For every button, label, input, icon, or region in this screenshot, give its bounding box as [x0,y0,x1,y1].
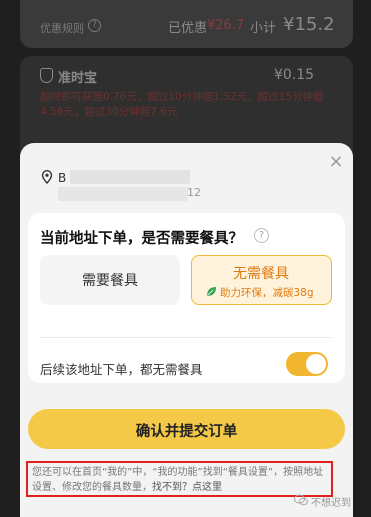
promo-help-icon: ? [88,19,101,32]
toggle-knob [306,354,326,374]
address-redacted-1 [70,170,190,184]
wechat-icon [294,494,308,506]
watermark-text: 不想迟到 [311,498,351,509]
address-line-1: B [58,171,67,185]
leaf-icon [207,287,216,296]
remember-preference-label: 后续该地址下单，都无需餐具 [40,362,203,377]
close-icon[interactable]: × [327,153,345,171]
ontime-price: ¥0.15 [274,67,315,83]
subtotal-label: 小计 [250,21,277,36]
need-tableware-label: 需要餐具 [82,273,138,289]
saved-value: ¥26.7 [207,18,245,33]
ontime-label: 准时宝 [58,71,98,86]
divider [40,337,333,338]
no-tableware-label: 无需餐具 [233,266,289,282]
address-line-2: 12 [187,186,201,199]
eco-subtitle: 助力环保，减碳38g [220,287,314,299]
ontime-description: 超时即可获赔0.76元，超过10分钟赔1.52元，超过15分钟赔4.56元，超过… [40,91,324,118]
subtotal-value: ¥15.2 [283,14,335,35]
find-it-link[interactable]: 找不到？点这里 [152,482,222,493]
need-tableware-option[interactable]: 需要餐具 [40,255,180,305]
note-text: 您还可以在首页“我的”中，“我的功能”找到“餐具设置”，按照地址设置、修改您的餐… [32,465,330,495]
remember-preference-toggle[interactable] [286,352,328,376]
tableware-bottom-sheet: B 12 × 当前地址下单，是否需要餐具？ ? 需要餐具 无需餐具 助力环保，减… [20,143,353,517]
tableware-choice-card: 当前地址下单，是否需要餐具？ ? 需要餐具 无需餐具 助力环保，减碳38g 后续… [28,213,345,383]
shield-check-icon [40,68,53,83]
address-redacted-2 [58,187,188,201]
submit-order-label: 确认并提交订单 [135,424,238,440]
saved-label: 已优惠 [168,21,208,36]
help-icon[interactable]: ? [254,228,269,243]
submit-order-button[interactable]: 确认并提交订单 [28,409,345,449]
no-tableware-option[interactable]: 无需餐具 助力环保，减碳38g [191,255,332,305]
tableware-question: 当前地址下单，是否需要餐具？ [40,231,243,247]
location-pin-icon [41,170,53,184]
tableware-settings-note: 您还可以在首页“我的”中，“我的功能”找到“餐具设置”，按照地址设置、修改您的餐… [26,461,333,497]
promo-rules-label: 优惠规则 [40,22,84,35]
